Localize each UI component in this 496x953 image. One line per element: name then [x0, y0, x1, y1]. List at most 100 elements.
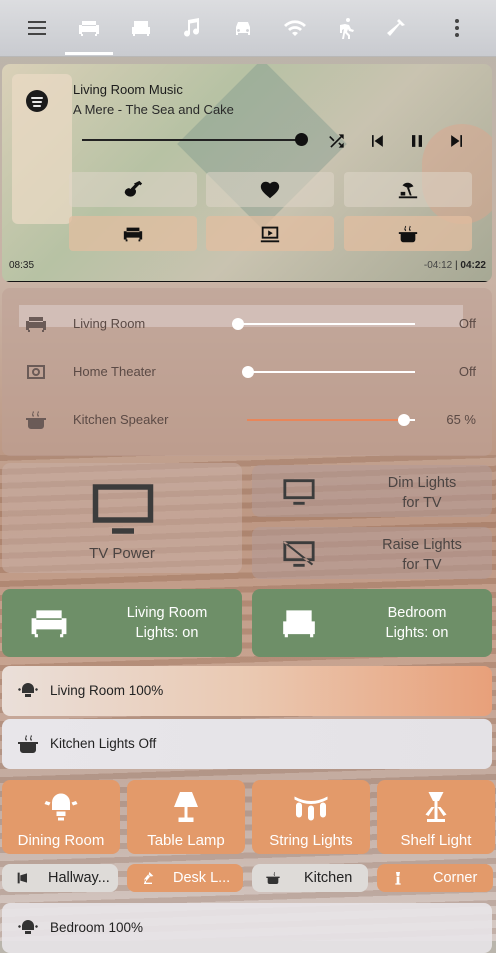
tv-icon: [92, 484, 154, 534]
bedroom-brightness-bar[interactable]: Bedroom 100%: [2, 903, 492, 953]
bed-icon: [283, 610, 315, 638]
theater-source-button[interactable]: [206, 216, 334, 251]
time-readout: -04:12 | 04:22: [424, 260, 486, 271]
top-app-bar: [0, 0, 496, 57]
pause-icon[interactable]: [404, 128, 430, 154]
speaker-icon: [24, 360, 48, 384]
speaker-name: Home Theater: [73, 364, 156, 379]
pot-icon: [398, 225, 418, 242]
sofa-icon: [24, 312, 48, 336]
volume-slider-knob[interactable]: [242, 366, 254, 378]
speaker-row-home-theater: Home Theater Off: [2, 352, 492, 392]
wall-light-icon: [17, 872, 27, 884]
spotify-icon: [26, 90, 48, 112]
guitar-button[interactable]: [69, 172, 197, 207]
speaker-name: Kitchen Speaker: [73, 412, 169, 427]
tab-hammer-icon[interactable]: [382, 13, 412, 43]
pot-icon: [18, 735, 38, 753]
string-lights-button[interactable]: String Lights: [252, 780, 370, 854]
tv-icon: [283, 479, 315, 505]
tab-music-icon[interactable]: [176, 13, 206, 43]
media-divider: [2, 281, 492, 282]
living-room-lights-label: Living Room Lights: on: [126, 605, 208, 641]
corner-lamp-icon: [395, 872, 401, 885]
speaker-row-living-room: Living Room Off: [2, 304, 492, 344]
corner-light-button[interactable]: Corner: [377, 864, 493, 892]
volume-slider-knob[interactable]: [398, 414, 410, 426]
tv-power-label: TV Power: [89, 545, 155, 562]
theater-icon: [260, 226, 280, 242]
corner-label: Corner: [433, 870, 478, 886]
next-icon[interactable]: [444, 128, 470, 154]
raise-lights-tv-button[interactable]: Raise Lights for TV: [252, 527, 492, 579]
media-player-card: Living Room Music A Mere - The Sea and C…: [2, 64, 492, 282]
floor-lamp-icon: [425, 792, 447, 822]
ceiling-light-icon: [18, 920, 38, 934]
track-duration: 04:22: [460, 260, 486, 271]
bedroom-lights-label: Bedroom Lights: on: [385, 605, 449, 641]
bedroom-brightness-label: Bedroom 100%: [50, 920, 144, 935]
kitchen-source-button[interactable]: [344, 216, 472, 251]
tab-car-icon[interactable]: [228, 13, 258, 43]
desk-label: Desk L...: [173, 870, 231, 886]
media-progress-knob[interactable]: [295, 133, 308, 146]
pot-icon: [266, 872, 280, 884]
kitchen-lights-bar[interactable]: Kitchen Lights Off: [2, 719, 492, 769]
shuffle-icon[interactable]: [324, 128, 350, 154]
tab-walk-icon[interactable]: [332, 13, 362, 43]
tab-sofa-icon[interactable]: [74, 13, 104, 43]
table-lamp-button[interactable]: Table Lamp: [127, 780, 245, 854]
media-artist: A Mere - The Sea and Cake: [73, 102, 234, 117]
bedroom-lights-button[interactable]: Bedroom Lights: on: [252, 589, 492, 657]
living-room-brightness-bar[interactable]: Living Room 100%: [2, 666, 492, 716]
kitchen-label: Kitchen: [304, 870, 353, 886]
more-options-icon[interactable]: [442, 13, 472, 43]
hallway-light-button[interactable]: Hallway...: [2, 864, 118, 892]
sofa-icon: [31, 610, 67, 638]
lamp-icon: [174, 792, 198, 822]
time-separator: |: [455, 260, 458, 271]
guitar-icon: [124, 180, 143, 197]
dining-room-label: Dining Room: [17, 832, 105, 849]
volume-slider-knob[interactable]: [232, 318, 244, 330]
string-lights-label: String Lights: [269, 832, 353, 849]
tv-power-button[interactable]: TV Power: [2, 463, 242, 573]
hallway-label: Hallway...: [48, 870, 110, 886]
raise-lights-label: Raise Lights for TV: [382, 537, 462, 573]
speaker-name: Living Room: [73, 316, 146, 331]
living-room-source-button[interactable]: [69, 216, 197, 251]
volume-slider-track[interactable]: [247, 371, 415, 373]
sofa-icon: [123, 227, 143, 241]
volume-slider-fill: [247, 419, 403, 421]
beach-icon: [398, 182, 418, 198]
desk-light-button[interactable]: Desk L...: [127, 864, 243, 892]
speaker-volume-value: Off: [458, 316, 476, 331]
menu-icon[interactable]: [22, 13, 52, 43]
string-lights-icon: [294, 796, 328, 821]
volume-slider-track[interactable]: [237, 323, 415, 325]
tab-bed-icon[interactable]: [126, 13, 156, 43]
favorite-button[interactable]: [206, 172, 334, 207]
shelf-light-label: Shelf Light: [400, 832, 472, 849]
dim-lights-label: Dim Lights for TV: [387, 475, 457, 511]
shelf-light-button[interactable]: Shelf Light: [377, 780, 495, 854]
speaker-volume-value: 65 %: [446, 412, 476, 427]
desk-lamp-icon: [144, 872, 154, 884]
speaker-volume-value: Off: [458, 364, 476, 379]
kitchen-lights-label: Kitchen Lights Off: [50, 736, 157, 751]
active-tab-indicator: [65, 52, 113, 55]
living-room-lights-button[interactable]: Living Room Lights: on: [2, 589, 242, 657]
beach-button[interactable]: [344, 172, 472, 207]
tab-wifi-icon[interactable]: [280, 13, 310, 43]
remaining-time: -04:12: [423, 260, 453, 271]
table-lamp-label: Table Lamp: [147, 832, 225, 849]
pot-icon: [24, 408, 48, 432]
previous-icon[interactable]: [364, 128, 390, 154]
media-progress-bar[interactable]: [82, 139, 304, 141]
kitchen-light-button[interactable]: Kitchen: [252, 864, 368, 892]
dim-lights-tv-button[interactable]: Dim Lights for TV: [252, 465, 492, 517]
speaker-volume-card: Living Room Off Home Theater Off Kitchen…: [2, 288, 492, 456]
media-title: Living Room Music: [73, 82, 183, 97]
heart-icon: [260, 181, 280, 198]
dining-room-light-button[interactable]: Dining Room: [2, 780, 120, 854]
